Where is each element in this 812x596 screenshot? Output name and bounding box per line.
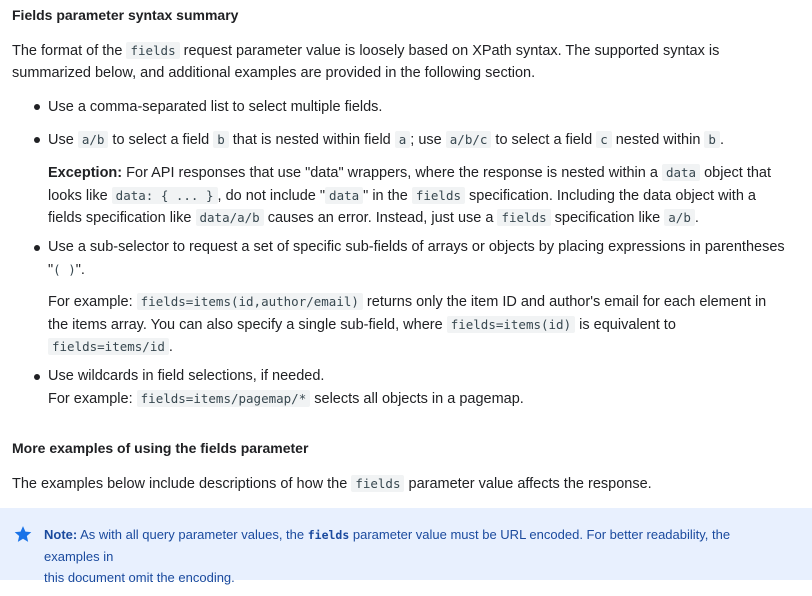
inline-code: data: { ... }	[111, 186, 218, 204]
sub-selector-line-1: Use a sub-selector to request a set of s…	[48, 239, 785, 255]
bullet-dot	[34, 137, 40, 143]
text: For example:	[48, 390, 137, 407]
note-line-2: this document omit the encoding.	[44, 570, 235, 585]
intro-line-1: The format of the fields request paramet…	[12, 40, 719, 63]
inline-code: a/b	[77, 131, 109, 148]
text: to select a field	[491, 132, 597, 148]
text: As with all query parameter values, the	[77, 527, 308, 542]
section-heading-syntax-summary: Fields parameter syntax summary	[12, 7, 239, 23]
text: is equivalent to	[575, 316, 676, 333]
text: that is nested within field	[228, 132, 395, 148]
inline-code: fields	[126, 42, 180, 59]
bullet-sub-selector: Use a sub-selector to request a set of s…	[48, 237, 788, 281]
bullet-dot	[34, 104, 40, 110]
example-line-1: For example: fields=items(id,author/emai…	[48, 291, 788, 314]
inline-code: fields=items/pagemap/*	[136, 389, 311, 407]
text: ".	[75, 261, 85, 278]
text: ; use	[410, 132, 446, 148]
text: , do not include "	[217, 187, 326, 204]
intro-line-2: summarized below, and additional example…	[12, 64, 536, 81]
inline-code: b	[704, 131, 720, 148]
inline-code: b	[213, 131, 229, 148]
text: to select a field	[108, 132, 214, 148]
text: .	[694, 210, 699, 226]
inline-code: ( )	[53, 261, 76, 277]
wildcards-line-2: For example: fields=items/pagemap/* sele…	[48, 388, 788, 411]
note-callout: Note: As with all query parameter values…	[0, 508, 812, 585]
text: causes an error. Instead, just use a	[263, 210, 498, 226]
exception-label: Exception:	[48, 165, 123, 181]
inline-code: fields=items(id,author/email)	[136, 293, 363, 310]
text: Use	[48, 132, 78, 148]
text: specification like	[550, 210, 665, 226]
exception-line-3: fields specification like data/a/b cause…	[48, 207, 788, 230]
example-line-3: fields=items/id.	[48, 336, 788, 359]
bullet-comma-list: Use a comma-separated list to select mul…	[48, 99, 383, 115]
text: returns only the item ID and author's em…	[362, 294, 767, 310]
star-icon	[14, 526, 32, 542]
inline-code: data/a/b	[195, 209, 264, 226]
inline-code: fields	[307, 528, 350, 542]
inline-code: a/b	[664, 209, 695, 226]
inline-code: data	[325, 186, 364, 204]
bullet-wildcards: Use wildcards in field selections, if ne…	[48, 366, 788, 410]
inline-code: fields	[497, 209, 551, 226]
text: nested within	[611, 132, 705, 148]
text: parameter value affects the response.	[404, 476, 652, 492]
text: looks like	[48, 187, 112, 204]
text: specification. Including the data object…	[465, 187, 756, 204]
note-text: Note: As with all query parameter values…	[44, 524, 789, 588]
inline-code: a	[394, 131, 411, 148]
text: object that	[700, 165, 772, 181]
inline-code: fields=items(id)	[446, 315, 576, 333]
text: The examples below include descriptions …	[12, 476, 352, 492]
wildcards-line-1: Use wildcards in field selections, if ne…	[48, 368, 325, 384]
text: selects all objects in a pagemap.	[310, 390, 524, 407]
bullet-dot	[34, 245, 40, 251]
note-line-1: Note: As with all query parameter values…	[44, 524, 789, 567]
text: the items array. You can also specify a …	[48, 316, 447, 333]
bullet-nested-fields: Use a/b to select a field b that is nest…	[48, 129, 788, 152]
text: .	[719, 132, 724, 148]
bullet-dot	[34, 374, 40, 380]
example-line-2: the items array. You can also specify a …	[48, 314, 788, 337]
text: The format of the	[12, 43, 127, 59]
sub-selector-line-2: "( )".	[48, 259, 788, 282]
inline-code: a/b/c	[445, 131, 492, 148]
inline-code: data	[661, 164, 701, 181]
more-examples-paragraph: The examples below include descriptions …	[12, 473, 652, 496]
inline-code: fields	[411, 186, 465, 204]
inline-code: fields	[351, 475, 405, 492]
exception-line-1: Exception: For API responses that use "d…	[48, 162, 788, 185]
intro-paragraph: The format of the fields request paramet…	[12, 40, 719, 84]
text: fields specification like	[48, 210, 196, 226]
note-label: Note:	[44, 527, 78, 542]
exception-line-2: looks like data: { ... }, do not include…	[48, 185, 788, 208]
inline-code: c	[596, 131, 612, 148]
text: For example:	[48, 294, 137, 310]
text: For API responses that use "data" wrappe…	[122, 165, 662, 181]
exception-paragraph: Exception: For API responses that use "d…	[48, 162, 788, 230]
text: " in the	[363, 187, 412, 204]
sub-selector-example: For example: fields=items(id,author/emai…	[48, 291, 788, 359]
inline-code: fields=items/id	[48, 338, 169, 355]
text: .	[168, 339, 173, 355]
text: request parameter value is loosely based…	[179, 43, 720, 59]
section-heading-more-examples: More examples of using the fields parame…	[12, 440, 309, 456]
